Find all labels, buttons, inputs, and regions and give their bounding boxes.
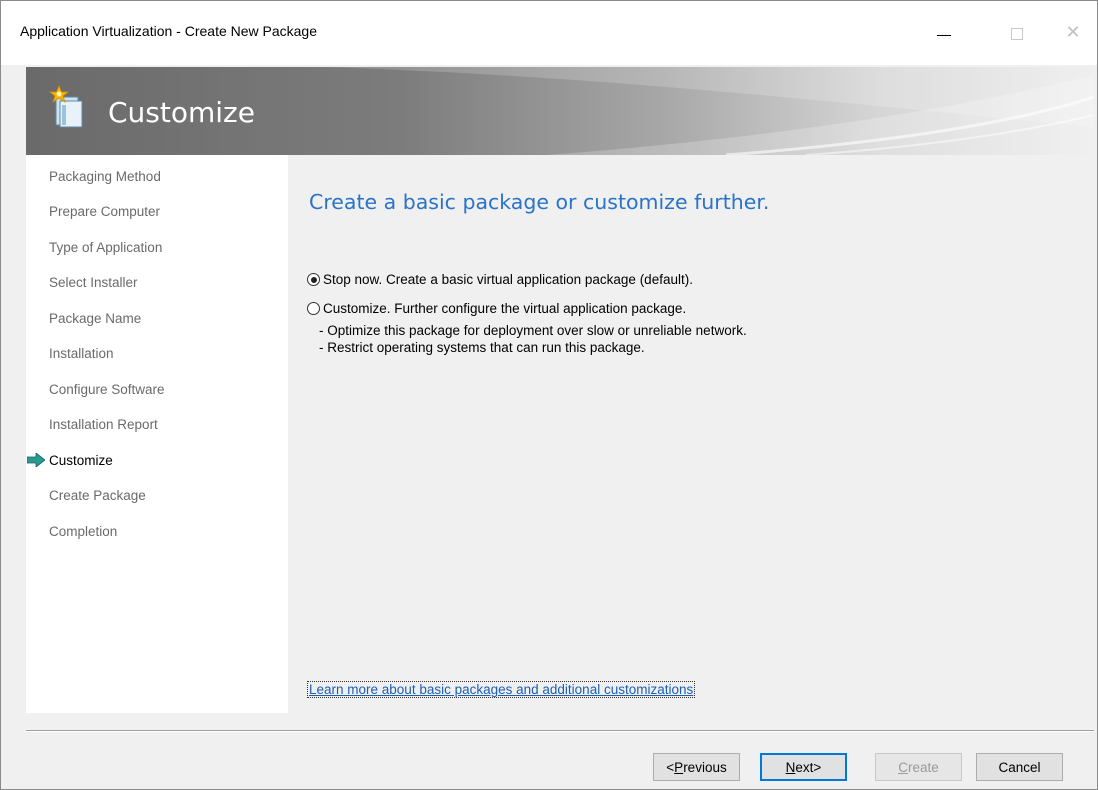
nav-step-installation-report: Installation Report	[49, 417, 158, 432]
close-icon: ✕	[1065, 22, 1081, 43]
detail-optimize: - Optimize this package for deployment o…	[319, 323, 747, 338]
create-rest: reate	[907, 759, 939, 775]
stop-now-label: Stop now. Create a basic virtual applica…	[323, 272, 693, 287]
customize-label: Customize. Further configure the virtual…	[323, 301, 687, 316]
next-rest: ext>	[795, 759, 822, 775]
option-stop-now[interactable]: Stop now. Create a basic virtual applica…	[307, 272, 693, 287]
minimize-button[interactable]	[922, 15, 966, 51]
nav-step-type-of-application: Type of Application	[49, 240, 163, 255]
nav-step-prepare-computer: Prepare Computer	[49, 204, 161, 219]
title-bar: Application Virtualization - Create New …	[1, 1, 1097, 65]
option-customize[interactable]: Customize. Further configure the virtual…	[307, 301, 686, 316]
minimize-icon	[937, 35, 951, 36]
nav-step-customize: Customize	[49, 453, 113, 468]
nav-step-packaging-method: Packaging Method	[49, 169, 161, 184]
stop-now-radio[interactable]	[307, 273, 320, 286]
nav-step-configure-software: Configure Software	[49, 382, 165, 397]
wizard-window: Application Virtualization - Create New …	[0, 0, 1098, 790]
previous-prefix: <	[666, 759, 675, 775]
learn-more-link[interactable]: Learn more about basic packages and addi…	[306, 681, 696, 698]
nav-step-package-name: Package Name	[49, 311, 142, 326]
maximize-button[interactable]	[995, 15, 1039, 51]
nav-step-completion: Completion	[49, 524, 118, 539]
cancel-button[interactable]: Cancel	[976, 753, 1063, 781]
nav-step-create-package: Create Package	[49, 488, 146, 503]
detail-restrict-os: - Restrict operating systems that can ru…	[319, 340, 645, 355]
window-title: Application Virtualization - Create New …	[20, 23, 318, 39]
create-button[interactable]: Create	[875, 753, 962, 781]
nav-step-select-installer: Select Installer	[49, 275, 138, 290]
banner-title: Customize	[108, 96, 255, 129]
previous-accel: P	[674, 759, 684, 775]
next-accel: N	[785, 759, 796, 775]
header-banner: Customize	[26, 67, 1094, 155]
customize-radio[interactable]	[307, 302, 320, 315]
page-heading: Create a basic package or customize furt…	[309, 190, 770, 214]
close-button[interactable]: ✕	[1051, 15, 1095, 51]
previous-button[interactable]: < Previous	[653, 753, 740, 781]
create-accel: C	[898, 759, 908, 775]
previous-rest: revious	[683, 759, 727, 775]
wizard-star-icon	[48, 85, 83, 128]
maximize-icon	[1011, 28, 1023, 40]
current-step-arrow-icon	[27, 453, 45, 467]
footer-divider-highlight	[26, 731, 1094, 732]
nav-step-installation: Installation	[49, 346, 114, 361]
next-button[interactable]: Next>	[760, 753, 847, 781]
wizard-steps-nav: Packaging Method Prepare Computer Type o…	[26, 155, 288, 713]
